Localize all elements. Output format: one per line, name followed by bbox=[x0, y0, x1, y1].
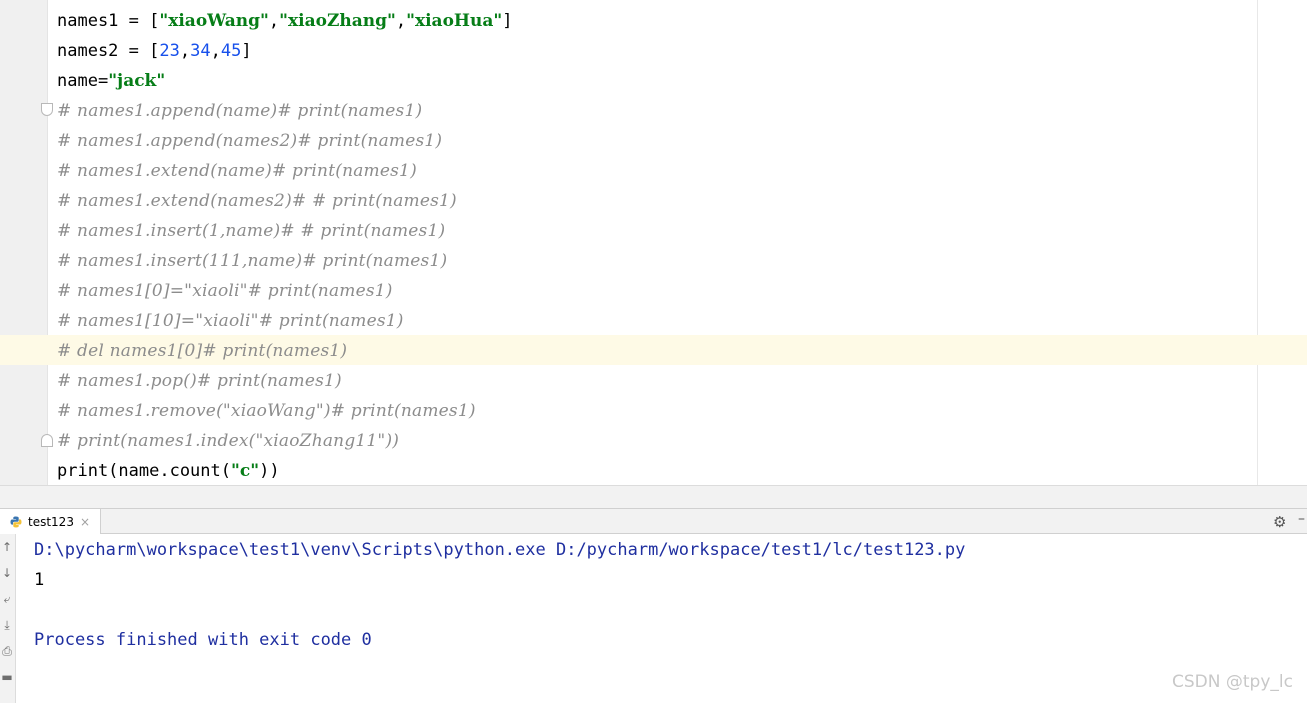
code-comment: # names1.extend(names2)# # print(names1) bbox=[57, 191, 457, 211]
code-comment: # print(names1.index("xiaoZhang11")) bbox=[57, 431, 400, 451]
code-line[interactable]: # names1.extend(name)# print(names1) bbox=[57, 156, 417, 186]
code-comment: # names1.append(name)# print(names1) bbox=[57, 101, 423, 121]
code-number: 34 bbox=[190, 41, 211, 61]
python-icon bbox=[10, 516, 22, 527]
code-comment: # names1.extend(name)# print(names1) bbox=[57, 161, 417, 181]
code-line[interactable]: # names1[0]="xiaoli"# print(names1) bbox=[57, 276, 393, 306]
code-number: 45 bbox=[220, 41, 242, 61]
fold-start-icon[interactable] bbox=[41, 103, 53, 116]
run-tab-test123[interactable]: test123 × bbox=[0, 509, 102, 534]
code-line[interactable]: # names1.remove("xiaoWang")# print(names… bbox=[57, 396, 476, 426]
code-token: , bbox=[210, 41, 221, 61]
code-comment: # names1[10]="xiaoli"# print(names1) bbox=[57, 311, 404, 331]
code-token: , bbox=[268, 11, 280, 31]
code-line[interactable]: # names1.insert(111,name)# print(names1) bbox=[57, 246, 447, 276]
run-console[interactable]: D:\pycharm\workspace\test1\venv\Scripts\… bbox=[16, 534, 1307, 703]
console-stdout-line: 1 bbox=[34, 570, 45, 590]
code-comment: # names1[0]="xiaoli"# print(names1) bbox=[57, 281, 393, 301]
code-string: "jack" bbox=[108, 71, 166, 91]
run-toolbar: ↑ ↓ ⤶ ⤓ ⎙ ▬ bbox=[0, 534, 16, 703]
right-margin-guide bbox=[1257, 0, 1258, 485]
code-comment: # names1.append(names2)# print(names1) bbox=[57, 131, 443, 151]
code-comment: # del names1[0]# print(names1) bbox=[57, 341, 348, 361]
code-line[interactable]: names1 = ["xiaoWang","xiaoZhang","xiaoHu… bbox=[57, 6, 512, 36]
print-icon[interactable]: ⎙ bbox=[0, 644, 14, 658]
code-token: print(name.count( bbox=[57, 461, 231, 481]
code-number: 23 bbox=[159, 41, 180, 61]
editor-gutter bbox=[0, 0, 48, 485]
code-line[interactable]: # names1.append(name)# print(names1) bbox=[57, 96, 422, 126]
code-token: )) bbox=[259, 461, 280, 481]
code-string: "xiaoWang" bbox=[159, 11, 269, 31]
code-line[interactable]: print(name.count("c")) bbox=[57, 456, 280, 485]
arrow-up-icon[interactable]: ↑ bbox=[0, 540, 14, 554]
code-line[interactable]: # names1[10]="xiaoli"# print(names1) bbox=[57, 306, 404, 336]
code-string: "c" bbox=[231, 461, 260, 481]
minimize-icon[interactable]: – bbox=[1298, 511, 1305, 527]
watermark: CSDN @tpy_lc bbox=[1172, 672, 1293, 692]
code-line[interactable]: # names1.pop()# print(names1) bbox=[57, 366, 342, 396]
code-token: , bbox=[395, 11, 407, 31]
code-comment: # names1.insert(111,name)# print(names1) bbox=[57, 251, 448, 271]
code-line[interactable]: # names1.extend(names2)# # print(names1) bbox=[57, 186, 457, 216]
gear-icon[interactable]: ⚙ bbox=[1273, 513, 1286, 531]
code-string: "xiaoHua" bbox=[406, 11, 503, 31]
arrow-down-icon[interactable]: ↓ bbox=[0, 566, 14, 580]
code-token: ] bbox=[241, 41, 252, 61]
code-line[interactable]: # names1.append(names2)# print(names1) bbox=[57, 126, 442, 156]
console-exit-line: Process finished with exit code 0 bbox=[34, 630, 372, 650]
code-token: names2 = [ bbox=[57, 41, 160, 61]
console-command-line: D:\pycharm\workspace\test1\venv\Scripts\… bbox=[34, 540, 966, 560]
code-token: names1 = [ bbox=[57, 11, 160, 31]
code-line[interactable]: names2 = [23,34,45] bbox=[57, 36, 252, 66]
code-line[interactable]: # names1.insert(1,name)# # print(names1) bbox=[57, 216, 445, 246]
code-comment: # names1.remove("xiaoWang")# print(names… bbox=[57, 401, 476, 421]
code-comment: # names1.insert(1,name)# # print(names1) bbox=[57, 221, 446, 241]
close-icon[interactable]: × bbox=[80, 515, 90, 529]
soft-wrap-icon[interactable]: ⤶ bbox=[0, 592, 14, 606]
scroll-to-end-icon[interactable]: ⤓ bbox=[0, 618, 14, 632]
run-tab-label: test123 bbox=[28, 514, 74, 529]
panel-splitter[interactable] bbox=[0, 485, 1307, 508]
trash-icon[interactable]: ▬ bbox=[0, 670, 14, 684]
code-line[interactable]: # del names1[0]# print(names1) bbox=[57, 336, 347, 366]
code-token: , bbox=[179, 41, 191, 61]
fold-end-icon[interactable] bbox=[41, 434, 53, 447]
code-comment: # names1.pop()# print(names1) bbox=[57, 371, 342, 391]
code-token: ] bbox=[502, 11, 513, 31]
code-line[interactable]: name="jack" bbox=[57, 66, 165, 96]
code-editor[interactable]: names1 = ["xiaoWang","xiaoZhang","xiaoHu… bbox=[0, 0, 1307, 485]
code-string: "xiaoZhang" bbox=[279, 11, 396, 31]
code-token: name= bbox=[57, 71, 109, 91]
code-line[interactable]: # print(names1.index("xiaoZhang11")) bbox=[57, 426, 399, 456]
run-tab-bar: test123 × ⚙ – bbox=[0, 508, 1307, 534]
